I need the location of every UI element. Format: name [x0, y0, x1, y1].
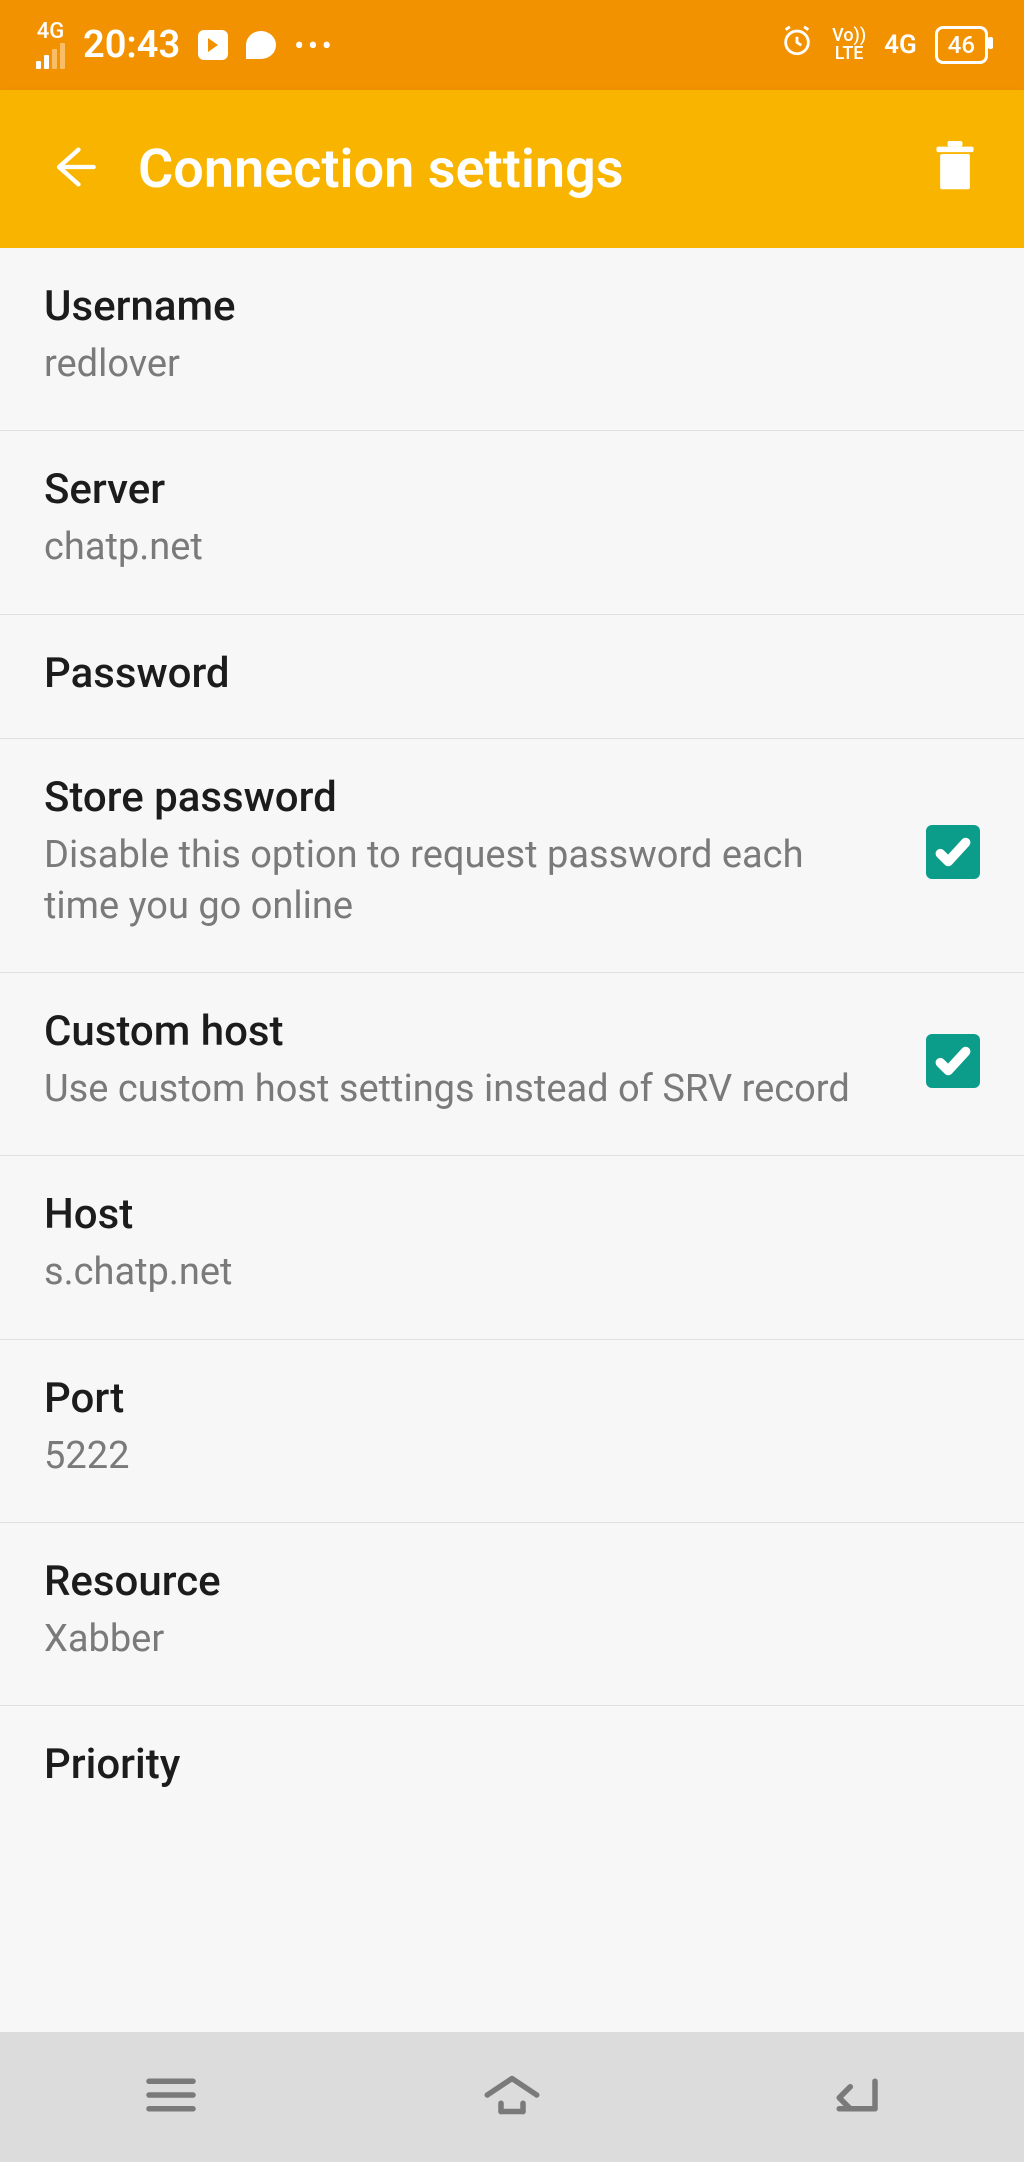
setting-title: Host: [44, 1190, 980, 1239]
app-bar: Connection settings: [0, 90, 1024, 248]
setting-title: Port: [44, 1374, 980, 1423]
setting-description: Use custom host settings instead of SRV …: [44, 1064, 886, 1115]
status-bar: 4G 20:43 ••• Vo)) LTE 4G 46: [0, 0, 1024, 90]
battery-icon: 46: [935, 26, 988, 64]
setting-server[interactable]: Server chatp.net: [0, 431, 1024, 614]
nav-bar: [0, 2032, 1024, 2162]
setting-title: Custom host: [44, 1007, 886, 1056]
back-nav-button[interactable]: [820, 2069, 886, 2125]
recent-apps-button[interactable]: [138, 2069, 204, 2125]
setting-store-password[interactable]: Store password Disable this option to re…: [0, 739, 1024, 974]
volte-icon: Vo)) LTE: [832, 27, 866, 63]
home-button[interactable]: [479, 2069, 545, 2125]
signal-4g-icon: 4G: [36, 21, 65, 69]
more-notifications-icon: •••: [294, 29, 335, 62]
chat-icon: [246, 31, 276, 59]
setting-port[interactable]: Port 5222: [0, 1340, 1024, 1523]
play-store-icon: [198, 30, 228, 60]
setting-title: Resource: [44, 1557, 980, 1606]
settings-list: Username redlover Server chatp.net Passw…: [0, 248, 1024, 2162]
setting-value: 5222: [44, 1431, 980, 1482]
setting-title: Store password: [44, 773, 886, 822]
setting-value: Xabber: [44, 1614, 980, 1665]
setting-username[interactable]: Username redlover: [0, 248, 1024, 431]
delete-button[interactable]: [932, 141, 978, 197]
alarm-icon: [780, 24, 814, 66]
setting-priority[interactable]: Priority: [0, 1706, 1024, 1829]
setting-host[interactable]: Host s.chatp.net: [0, 1156, 1024, 1339]
screen: 4G 20:43 ••• Vo)) LTE 4G 46 Connection s…: [0, 0, 1024, 2162]
setting-value: redlover: [44, 339, 980, 390]
setting-description: Disable this option to request password …: [44, 830, 886, 933]
page-title: Connection settings: [138, 138, 892, 201]
custom-host-checkbox[interactable]: [926, 1034, 980, 1088]
store-password-checkbox[interactable]: [926, 825, 980, 879]
setting-password[interactable]: Password: [0, 615, 1024, 739]
network-4g-label: 4G: [884, 30, 917, 60]
setting-title: Username: [44, 282, 980, 331]
setting-title: Password: [44, 649, 980, 698]
clock: 20:43: [83, 23, 180, 67]
setting-value: chatp.net: [44, 522, 980, 573]
setting-title: Server: [44, 465, 980, 514]
setting-title: Priority: [44, 1740, 980, 1789]
setting-resource[interactable]: Resource Xabber: [0, 1523, 1024, 1706]
back-button[interactable]: [46, 141, 98, 197]
setting-custom-host[interactable]: Custom host Use custom host settings ins…: [0, 973, 1024, 1156]
setting-value: s.chatp.net: [44, 1247, 980, 1298]
